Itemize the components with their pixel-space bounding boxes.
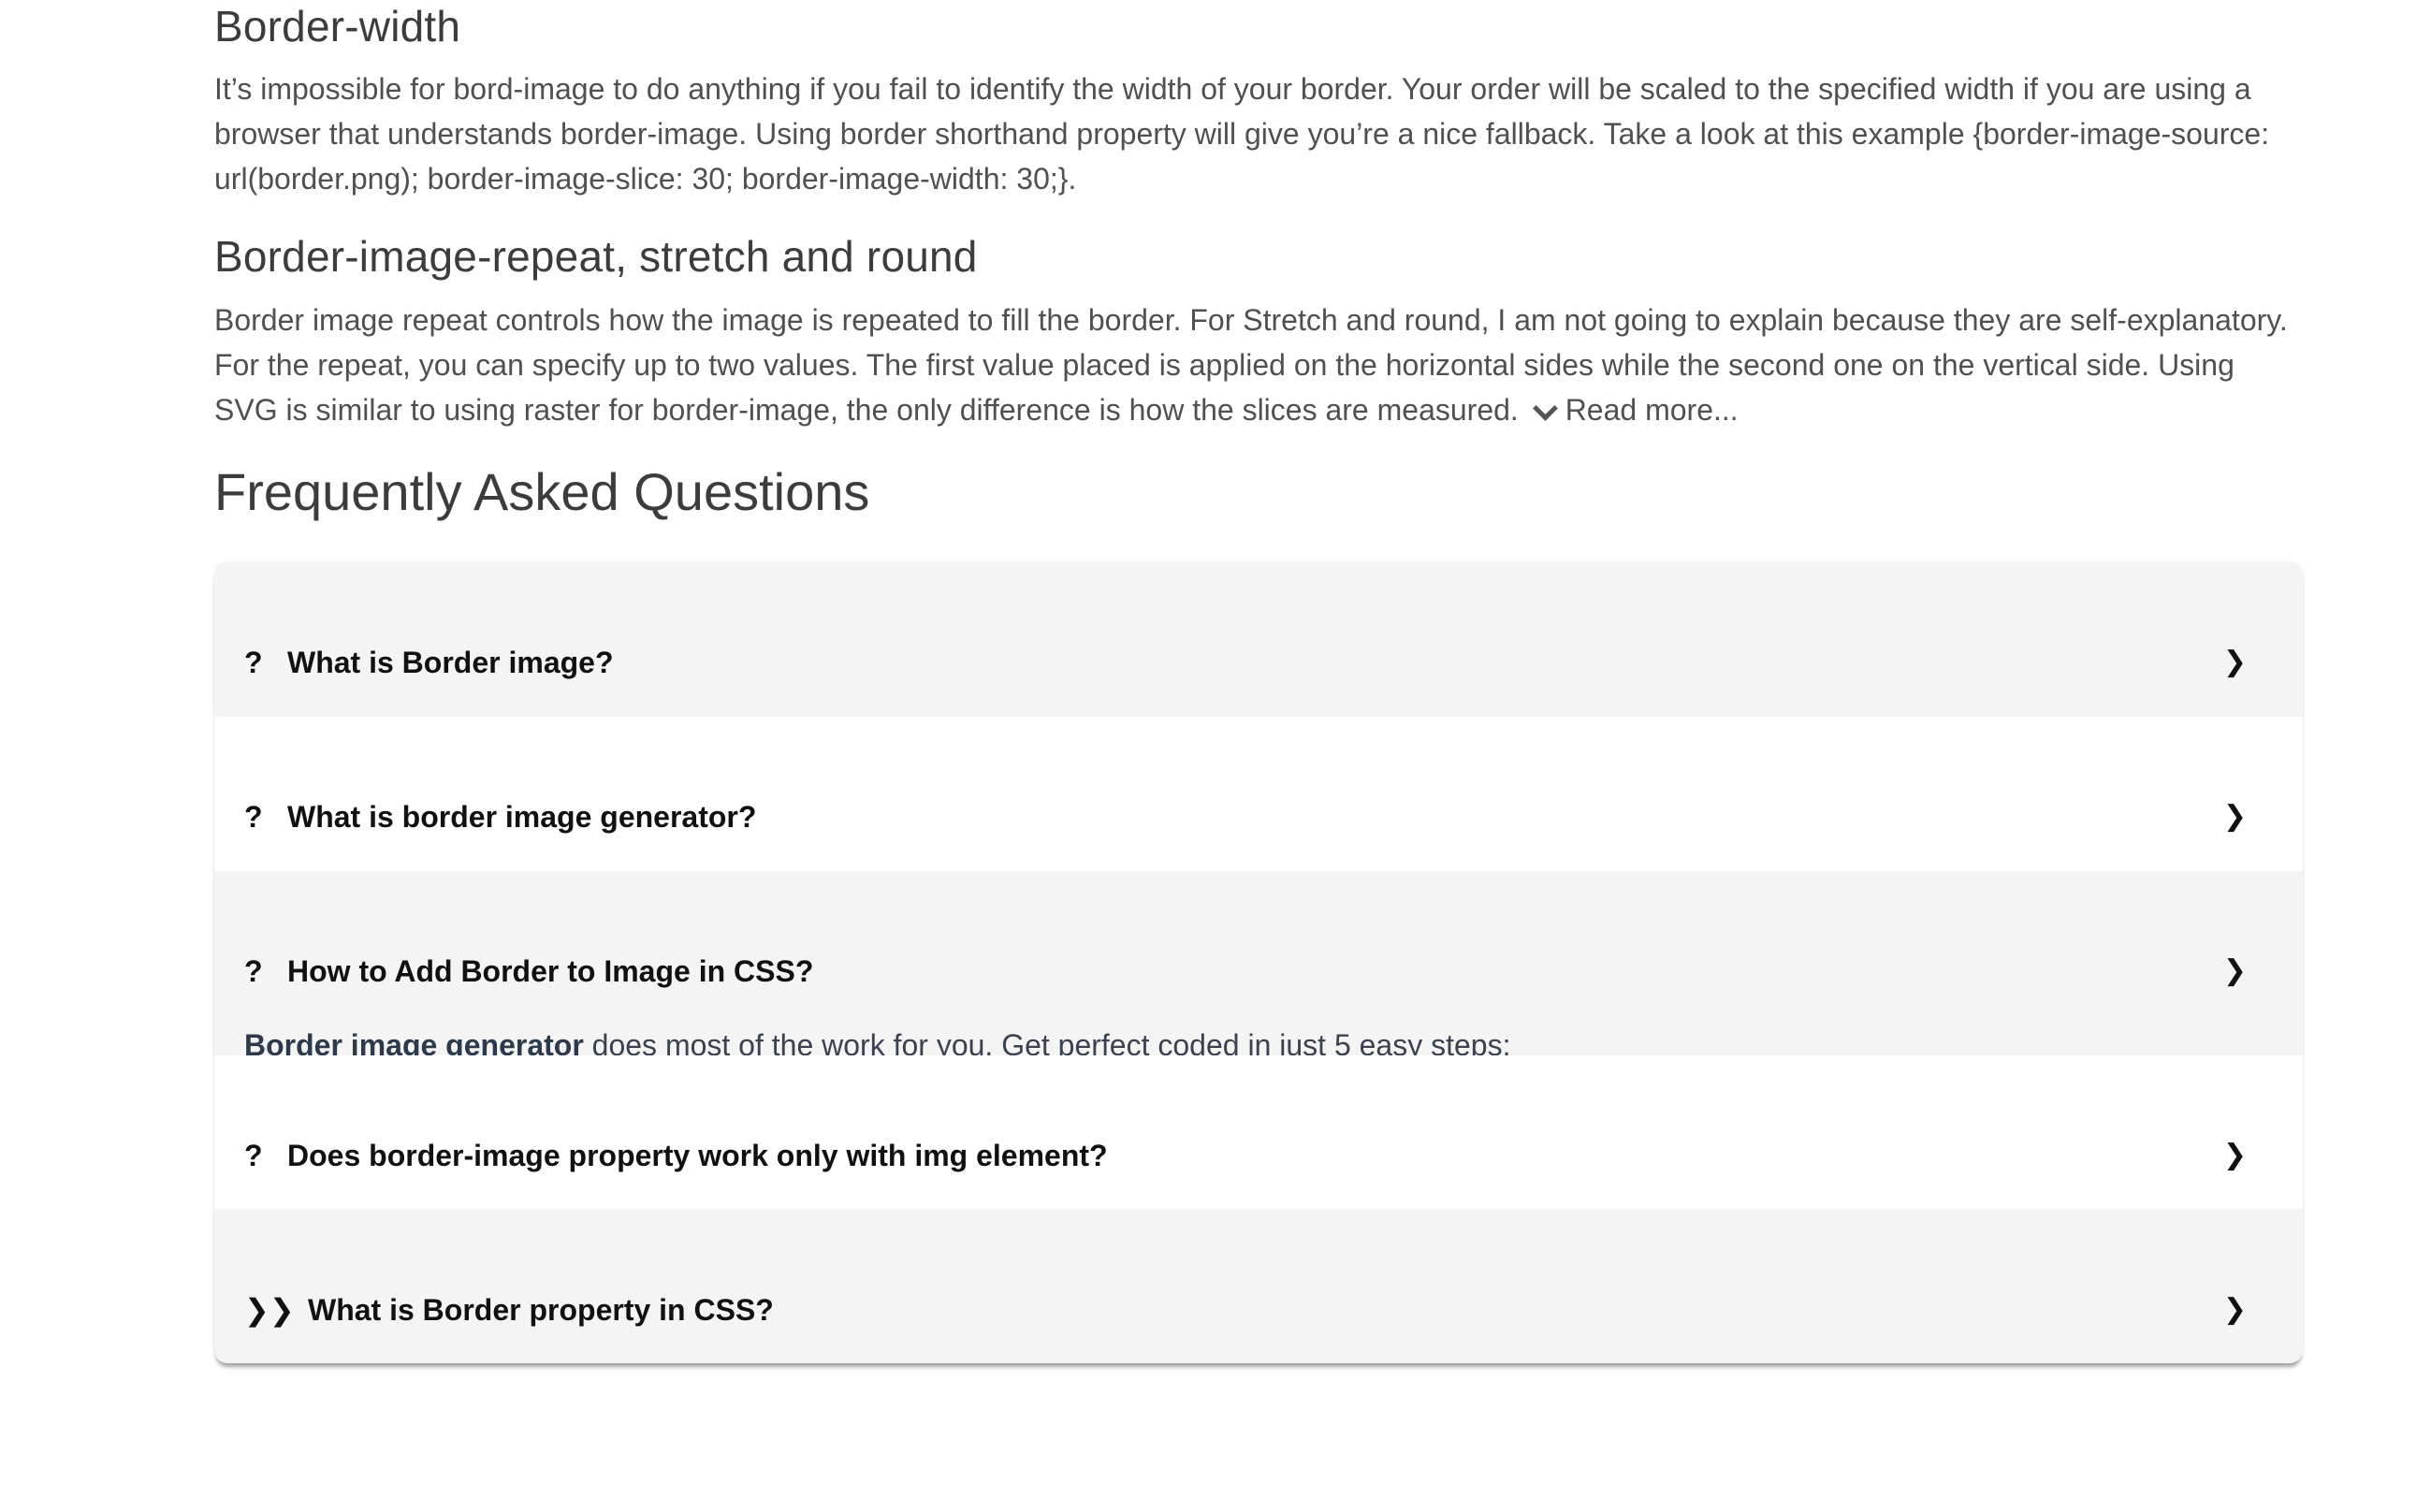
double-chevron-icon: ❯❯ bbox=[244, 1293, 295, 1327]
faq-question: ? What is border image generator? bbox=[244, 798, 756, 836]
faq-answer-text: does most of the work for you. Get perfe… bbox=[583, 1028, 1511, 1055]
question-mark-icon: ? bbox=[244, 646, 263, 679]
chevron-right-icon[interactable]: ❯ bbox=[2223, 798, 2247, 836]
faq-question: ❯❯ What is Border property in CSS? bbox=[244, 1291, 774, 1329]
faq-question-text: What is Border image? bbox=[287, 646, 614, 679]
faq-accordion: ? What is Border image? ❯ ? What is border… bbox=[214, 562, 2303, 1363]
question-mark-icon: ? bbox=[244, 954, 263, 988]
faq-item-what-is-border-image[interactable]: ? What is Border image? ❯ bbox=[214, 562, 2303, 717]
faq-question: ? What is Border image? bbox=[244, 644, 614, 681]
faq-question-text: Does border-image property work only wit… bbox=[287, 1139, 1108, 1172]
chevron-right-icon[interactable]: ❯ bbox=[2223, 1137, 2247, 1174]
question-mark-icon: ? bbox=[244, 1139, 263, 1172]
faq-question: ? Does border-image property work only wi… bbox=[244, 1137, 1108, 1174]
faq-item-border-property[interactable]: ❯❯ What is Border property in CSS? ❯ bbox=[214, 1209, 2303, 1363]
faq-question-text: What is Border property in CSS? bbox=[308, 1293, 774, 1327]
faq-answer-link[interactable]: Border image generator bbox=[244, 1028, 584, 1055]
faq-answer: Border image generator does most of the … bbox=[244, 1026, 1510, 1055]
faq-heading: Frequently Asked Questions bbox=[214, 462, 870, 521]
faq-question: ? How to Add Border to Image in CSS? bbox=[244, 952, 813, 990]
chevron-right-icon[interactable]: ❯ bbox=[2223, 644, 2247, 681]
section-title-border-image-repeat: Border-image-repeat, stretch and round bbox=[214, 232, 978, 281]
section-title-border-width: Border-width bbox=[214, 2, 461, 51]
section-text-border-width: It’s impossible for bord-image to do any… bbox=[214, 72, 2270, 196]
section-text-border-image-repeat-body: Border image repeat controls how the ima… bbox=[214, 303, 2288, 427]
faq-question-text: What is border image generator? bbox=[287, 800, 757, 834]
faq-item-border-image-generator[interactable]: ? What is border image generator? ❯ bbox=[214, 717, 2303, 871]
chevron-right-icon[interactable]: ❯ bbox=[2223, 952, 2247, 990]
read-more-link[interactable]: Read more... bbox=[1527, 393, 1739, 427]
chevron-down-icon bbox=[1532, 396, 1558, 421]
faq-item-add-border-to-image[interactable]: ? How to Add Border to Image in CSS? ❯ Bo… bbox=[214, 871, 2303, 1055]
read-more-label: Read more... bbox=[1565, 393, 1739, 427]
chevron-right-icon[interactable]: ❯ bbox=[2223, 1291, 2247, 1329]
question-mark-icon: ? bbox=[244, 800, 263, 834]
faq-item-border-image-img-element[interactable]: ? Does border-image property work only wi… bbox=[214, 1055, 2303, 1209]
faq-question-text: How to Add Border to Image in CSS? bbox=[287, 954, 814, 988]
section-text-border-image-repeat: Border image repeat controls how the ima… bbox=[214, 298, 2303, 432]
